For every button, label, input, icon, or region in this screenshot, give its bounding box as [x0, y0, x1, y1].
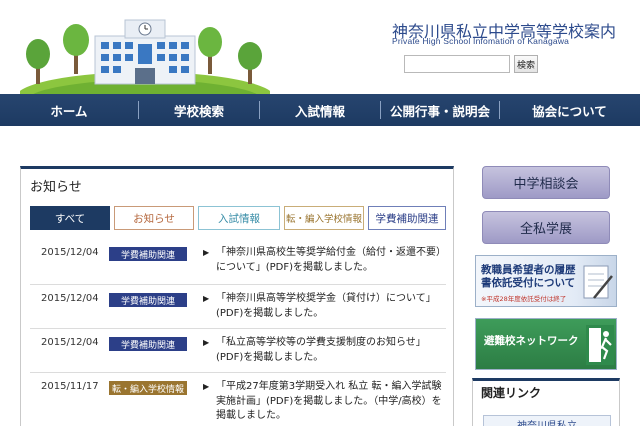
tab-notices[interactable]: お知らせ	[114, 206, 194, 230]
news-item: 2015/12/04 学費補助関連 ▶ 「私立高等学校等の学費支援制度のお知らせ…	[30, 329, 446, 373]
news-date: 2015/12/04	[41, 337, 99, 348]
nav-item-school-search[interactable]: 学校検索	[139, 94, 259, 126]
nav-item-about[interactable]: 協会について	[500, 94, 639, 126]
teacher-resume-banner[interactable]: 教職員希望者の履歴書依託受付について ※平成28年度依託受付は終了	[475, 255, 617, 307]
arrow-right-icon: ▶	[203, 294, 210, 303]
category-badge: 学費補助関連	[109, 247, 187, 261]
news-link[interactable]: 「平成27年度第3学期受入れ 私立 転・編入学試験実施計画」(PDF)を掲載しま…	[216, 380, 444, 424]
news-date: 2015/11/17	[41, 381, 99, 392]
junior-high-consultation-button[interactable]: 中学相談会	[482, 166, 610, 199]
category-badge: 学費補助関連	[109, 293, 187, 307]
nav-item-events[interactable]: 公開行事・説明会	[381, 94, 499, 126]
emergency-exit-icon	[586, 325, 614, 365]
document-pen-icon	[583, 265, 613, 299]
arrow-right-icon: ▶	[203, 338, 210, 347]
search-button[interactable]: 検索	[514, 55, 538, 73]
news-date: 2015/12/04	[41, 247, 99, 258]
site-header: 神奈川県私立中学高等学校案内 Private High School Infom…	[0, 0, 640, 94]
tab-exam-info[interactable]: 入試情報	[198, 206, 280, 230]
site-subtitle: Private High School Infomation of Kanaga…	[392, 36, 570, 46]
news-item: 2015/11/17 転・編入学校情報 ▶ 「平成27年度第3学期受入れ 私立 …	[30, 373, 446, 426]
news-date: 2015/12/04	[41, 293, 99, 304]
private-school-fair-button[interactable]: 全私学展	[482, 211, 610, 244]
arrow-right-icon: ▶	[203, 248, 210, 257]
school-building-logo[interactable]	[20, 14, 270, 94]
news-item: 2015/12/04 学費補助関連 ▶ 「神奈川県高等学校奨学金（貸付け）につい…	[30, 285, 446, 329]
tab-transfer-info[interactable]: 転・編入学校情報	[284, 206, 364, 230]
news-link[interactable]: 「私立高等学校等の学費支援制度のお知らせ」(PDF)を掲載しました。	[216, 336, 444, 365]
main-nav: ホーム 学校検索 入試情報 公開行事・説明会 協会について	[0, 94, 640, 126]
news-panel: お知らせ すべて お知らせ 入試情報 転・編入学校情報 学費補助関連 2015/…	[20, 166, 454, 426]
search-input[interactable]	[404, 55, 510, 73]
news-link[interactable]: 「神奈川県高等学校奨学金（貸付け）について」(PDF)を掲載しました。	[216, 292, 444, 321]
banner-title: 教職員希望者の履歴書依託受付について	[481, 264, 576, 289]
category-badge: 学費補助関連	[109, 337, 187, 351]
news-heading: お知らせ	[30, 180, 82, 195]
news-filter-tabs: すべて お知らせ 入試情報 転・編入学校情報 学費補助関連	[30, 206, 446, 230]
banner-title: 避難校ネットワーク	[484, 335, 579, 347]
news-link[interactable]: 「神奈川県高校生等奨学給付金（給付・返還不要）について」(PDF)を掲載しました…	[216, 246, 444, 275]
nav-item-home[interactable]: ホーム	[0, 94, 138, 126]
tab-all[interactable]: すべて	[30, 206, 110, 230]
category-badge: 転・編入学校情報	[109, 381, 187, 395]
related-links-panel: 関連リンク 神奈川県私立	[472, 378, 620, 426]
related-links-heading: 関連リンク	[481, 386, 542, 400]
arrow-right-icon: ▶	[203, 382, 210, 391]
news-item: 2015/12/04 学費補助関連 ▶ 「神奈川県高校生等奨学給付金（給付・返還…	[30, 239, 446, 285]
news-list: 2015/12/04 学費補助関連 ▶ 「神奈川県高校生等奨学給付金（給付・返還…	[30, 239, 446, 426]
tab-tuition-aid[interactable]: 学費補助関連	[368, 206, 446, 230]
evacuation-network-banner[interactable]: 避難校ネットワーク	[475, 318, 617, 370]
related-link-kanagawa[interactable]: 神奈川県私立	[483, 415, 611, 426]
banner-note: ※平成28年度依託受付は終了	[481, 295, 567, 303]
nav-item-exam-info[interactable]: 入試情報	[260, 94, 380, 126]
